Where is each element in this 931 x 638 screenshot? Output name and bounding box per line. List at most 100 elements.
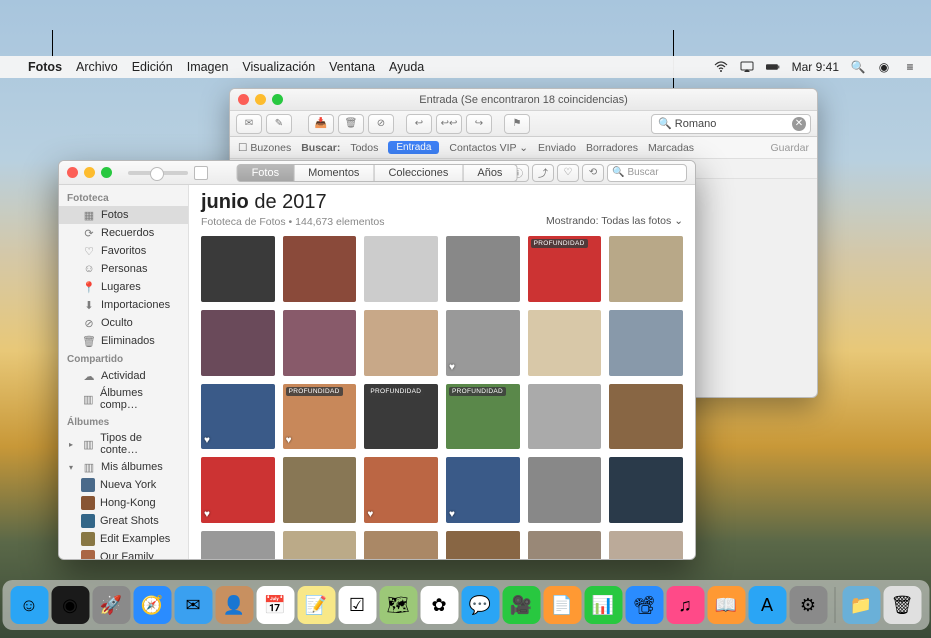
reply-all-button[interactable]: ↩↩ [436, 114, 462, 134]
sidebar-item[interactable]: ☁Actividad [59, 367, 188, 385]
photo-thumbnail[interactable] [283, 310, 357, 376]
showing-filter[interactable]: Mostrando: Todas las fotos ⌄ [546, 215, 683, 227]
dock-app-calendar[interactable]: 📅 [256, 586, 294, 624]
sidebar-item[interactable]: ▥Álbumes comp… [59, 385, 188, 413]
mail-titlebar[interactable]: Entrada (Se encontraron 18 coincidencias… [230, 89, 817, 111]
dock-app-launchpad[interactable]: 🚀 [92, 586, 130, 624]
photo-thumbnail[interactable]: ♥ [364, 457, 438, 523]
dock-app-siri[interactable]: ◉ [51, 586, 89, 624]
junk-button[interactable]: ⊘ [368, 114, 394, 134]
share-button[interactable]: ⤴ [532, 164, 554, 182]
forward-button[interactable]: ↪ [466, 114, 492, 134]
sidebar-item[interactable]: 🗑Eliminados [59, 332, 188, 350]
dock-app-facetime[interactable]: 🎥 [502, 586, 540, 624]
sidebar-item[interactable]: Edit Examples [59, 530, 188, 548]
sidebar-item[interactable]: ⊘Oculto [59, 314, 188, 332]
filter-all[interactable]: Todos [350, 142, 378, 154]
photo-thumbnail[interactable]: ♥ [446, 310, 520, 376]
minimize-button[interactable] [255, 94, 266, 105]
photos-search-field[interactable]: 🔍 Buscar [607, 164, 687, 182]
menu-item[interactable]: Visualización [242, 60, 315, 74]
filter-inbox[interactable]: Entrada [388, 141, 439, 154]
photo-thumbnail[interactable] [528, 384, 602, 450]
notification-center-icon[interactable]: ≡ [903, 60, 917, 74]
dock-app-contacts[interactable]: 👤 [215, 586, 253, 624]
photo-thumbnail[interactable]: PROFUNDIDAD♥ [283, 384, 357, 450]
rotate-button[interactable]: ⟲ [582, 164, 604, 182]
dock-app-photos[interactable]: ✿ [420, 586, 458, 624]
sidebar-item[interactable]: Nueva York [59, 476, 188, 494]
reply-button[interactable]: ↩ [406, 114, 432, 134]
close-button[interactable] [67, 167, 78, 178]
dock-app-numbers[interactable]: 📊 [584, 586, 622, 624]
favorite-button[interactable]: ♡ [557, 164, 579, 182]
dock-app-appstore[interactable]: A [748, 586, 786, 624]
photo-thumbnail[interactable] [446, 531, 520, 559]
photo-thumbnail[interactable] [364, 310, 438, 376]
compose-button[interactable]: ✎ [266, 114, 292, 134]
dock-app-itunes[interactable]: ♫ [666, 586, 704, 624]
sidebar-item[interactable]: Great Shots [59, 512, 188, 530]
app-menu[interactable]: Fotos [28, 60, 62, 74]
dock-app-finder[interactable]: ☺ [10, 586, 48, 624]
disclosure-triangle-icon[interactable]: ▸ [69, 440, 77, 449]
sidebar-item[interactable]: ☺Personas [59, 260, 188, 278]
sidebar-item[interactable]: Our Family [59, 548, 188, 559]
sidebar-item[interactable]: ⬇Importaciones [59, 296, 188, 314]
sidebar-item[interactable]: ♡Favoritos [59, 242, 188, 260]
mail-search-field[interactable]: 🔍 Romano ✕ [651, 114, 811, 134]
clear-search-button[interactable]: ✕ [792, 117, 806, 131]
dock-app-notes[interactable]: 📝 [297, 586, 335, 624]
zoom-button[interactable] [101, 167, 112, 178]
battery-icon[interactable] [766, 60, 780, 74]
tab-fotos[interactable]: Fotos [237, 164, 295, 182]
dock-app-maps[interactable]: 🗺 [379, 586, 417, 624]
siri-icon[interactable]: ◉ [877, 60, 891, 74]
photo-thumbnail[interactable] [528, 531, 602, 559]
photo-thumbnail[interactable] [364, 531, 438, 559]
menubar-clock[interactable]: Mar 9:41 [792, 60, 839, 74]
airplay-icon[interactable] [740, 60, 754, 74]
sidebar-item[interactable]: 📍Lugares [59, 278, 188, 296]
sidebar-toggle-button[interactable] [194, 166, 208, 180]
wifi-icon[interactable] [714, 60, 728, 74]
sidebar-item[interactable]: ⟳Recuerdos [59, 224, 188, 242]
photo-thumbnail[interactable]: PROFUNDIDAD [528, 236, 602, 302]
photo-thumbnail[interactable] [283, 457, 357, 523]
photo-thumbnail[interactable] [201, 236, 275, 302]
photo-thumbnail[interactable]: ♥ [446, 457, 520, 523]
filter-flagged[interactable]: Marcadas [648, 142, 694, 154]
spotlight-icon[interactable]: 🔍 [851, 60, 865, 74]
menu-item[interactable]: Imagen [187, 60, 229, 74]
dock-downloads[interactable]: 📁 [842, 586, 880, 624]
photo-thumbnail[interactable] [609, 531, 683, 559]
zoom-button[interactable] [272, 94, 283, 105]
sidebar-item[interactable]: Hong-Kong [59, 494, 188, 512]
dock-app-reminders[interactable]: ☑ [338, 586, 376, 624]
archive-button[interactable]: 📥 [308, 114, 334, 134]
photo-thumbnail[interactable] [283, 531, 357, 559]
tab-colecciones[interactable]: Colecciones [373, 164, 463, 182]
photo-thumbnail[interactable] [609, 310, 683, 376]
menu-item[interactable]: Edición [132, 60, 173, 74]
flag-button[interactable]: ⚑ [504, 114, 530, 134]
photo-thumbnail[interactable] [283, 236, 357, 302]
menu-item[interactable]: Ventana [329, 60, 375, 74]
minimize-button[interactable] [84, 167, 95, 178]
menu-item[interactable]: Archivo [76, 60, 118, 74]
disclosure-triangle-icon[interactable]: ▾ [69, 463, 77, 472]
dock-app-safari[interactable]: 🧭 [133, 586, 171, 624]
tab-momentos[interactable]: Momentos [293, 164, 374, 182]
zoom-slider[interactable] [128, 171, 188, 175]
photo-thumbnail[interactable] [528, 310, 602, 376]
sidebar-item[interactable]: ▸▥Tipos de conte… [59, 430, 188, 458]
photo-thumbnail[interactable] [446, 236, 520, 302]
dock-app-ibooks[interactable]: 📖 [707, 586, 745, 624]
photo-thumbnail[interactable] [201, 531, 275, 559]
get-mail-button[interactable]: ✉ [236, 114, 262, 134]
sidebar-item[interactable]: ▾▥Mis álbumes [59, 458, 188, 476]
dock-app-messages[interactable]: 💬 [461, 586, 499, 624]
photo-thumbnail[interactable] [528, 457, 602, 523]
photo-thumbnail[interactable]: ♥ [201, 384, 275, 450]
photos-content[interactable]: junio de 2017 Fototeca de Fotos • 144,67… [189, 185, 695, 559]
